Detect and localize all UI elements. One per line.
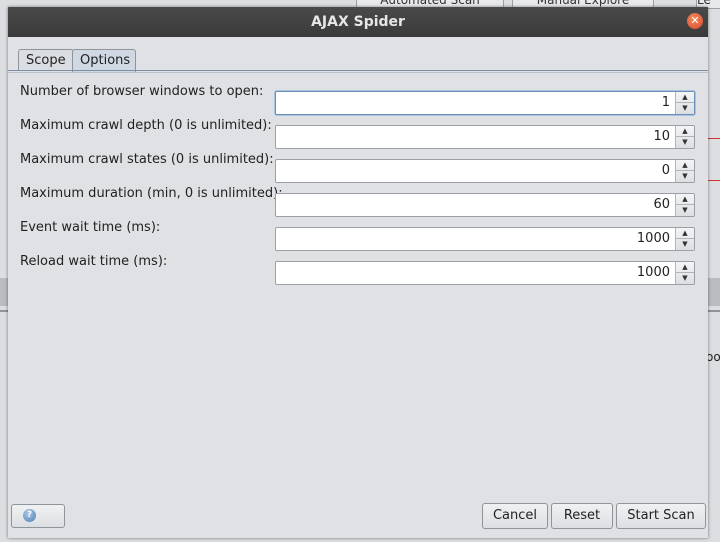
field-browser-windows: Number of browser windows to open: 1 ▲ ▼	[20, 84, 700, 115]
field-label: Event wait time (ms):	[20, 220, 161, 235]
field-crawl-states: Maximum crawl states (0 is unlimited): 0…	[20, 152, 700, 183]
arrow-down-icon[interactable]: ▼	[676, 273, 694, 284]
field-label: Number of browser windows to open:	[20, 84, 264, 99]
arrow-up-icon[interactable]: ▲	[676, 262, 694, 273]
spinner-value[interactable]: 1000	[637, 228, 670, 250]
spinner-arrows: ▲ ▼	[675, 126, 694, 148]
arrow-down-icon[interactable]: ▼	[676, 239, 694, 250]
max-duration-spinner[interactable]: 60 ▲ ▼	[275, 193, 695, 217]
help-icon: ?	[23, 509, 36, 522]
spinner-arrows: ▲ ▼	[675, 228, 694, 250]
spinner-value[interactable]: 0	[662, 160, 670, 182]
event-wait-spinner[interactable]: 1000 ▲ ▼	[275, 227, 695, 251]
spinner-arrows: ▲ ▼	[675, 194, 694, 216]
arrow-down-icon[interactable]: ▼	[676, 171, 694, 182]
tab-divider	[8, 72, 708, 73]
tab-scope[interactable]: Scope	[18, 49, 74, 71]
cancel-button[interactable]: Cancel	[482, 503, 548, 529]
spinner-value[interactable]: 10	[653, 126, 670, 148]
reload-wait-spinner[interactable]: 1000 ▲ ▼	[275, 261, 695, 285]
arrow-up-icon[interactable]: ▲	[676, 194, 694, 205]
field-label: Reload wait time (ms):	[20, 254, 168, 269]
reset-button[interactable]: Reset	[551, 503, 613, 529]
arrow-up-icon[interactable]: ▲	[676, 160, 694, 171]
dialog-title: AJAX Spider	[311, 14, 405, 30]
spinner-value[interactable]: 1000	[637, 262, 670, 284]
crawl-states-spinner[interactable]: 0 ▲ ▼	[275, 159, 695, 183]
tab-divider	[8, 70, 708, 71]
field-label: Maximum crawl states (0 is unlimited):	[20, 152, 274, 167]
ajax-spider-dialog: AJAX Spider ✕ Scope Options Number of br…	[8, 7, 708, 538]
arrow-down-icon[interactable]: ▼	[676, 205, 694, 216]
arrow-up-icon[interactable]: ▲	[676, 92, 694, 103]
field-event-wait: Event wait time (ms): 1000 ▲ ▼	[20, 220, 700, 251]
arrow-down-icon[interactable]: ▼	[676, 137, 694, 148]
arrow-down-icon[interactable]: ▼	[676, 103, 694, 114]
spinner-arrows: ▲ ▼	[675, 262, 694, 284]
arrow-up-icon[interactable]: ▲	[676, 228, 694, 239]
field-reload-wait: Reload wait time (ms): 1000 ▲ ▼	[20, 254, 700, 285]
spinner-value[interactable]: 60	[653, 194, 670, 216]
field-crawl-depth: Maximum crawl depth (0 is unlimited): 10…	[20, 118, 700, 149]
background-label: oo	[706, 350, 720, 364]
crawl-depth-spinner[interactable]: 10 ▲ ▼	[275, 125, 695, 149]
spinner-value[interactable]: 1	[662, 92, 670, 114]
tab-options[interactable]: Options	[72, 49, 136, 72]
field-max-duration: Maximum duration (min, 0 is unlimited): …	[20, 186, 700, 217]
help-button[interactable]: ?	[11, 504, 65, 528]
spinner-arrows: ▲ ▼	[675, 92, 694, 114]
spinner-arrows: ▲ ▼	[675, 160, 694, 182]
field-label: Maximum duration (min, 0 is unlimited):	[20, 186, 283, 201]
dialog-titlebar[interactable]: AJAX Spider ✕	[8, 7, 708, 37]
browser-windows-spinner[interactable]: 1 ▲ ▼	[275, 91, 695, 115]
close-icon[interactable]: ✕	[687, 13, 703, 29]
start-scan-button[interactable]: Start Scan	[616, 503, 706, 529]
field-label: Maximum crawl depth (0 is unlimited):	[20, 118, 272, 133]
arrow-up-icon[interactable]: ▲	[676, 126, 694, 137]
